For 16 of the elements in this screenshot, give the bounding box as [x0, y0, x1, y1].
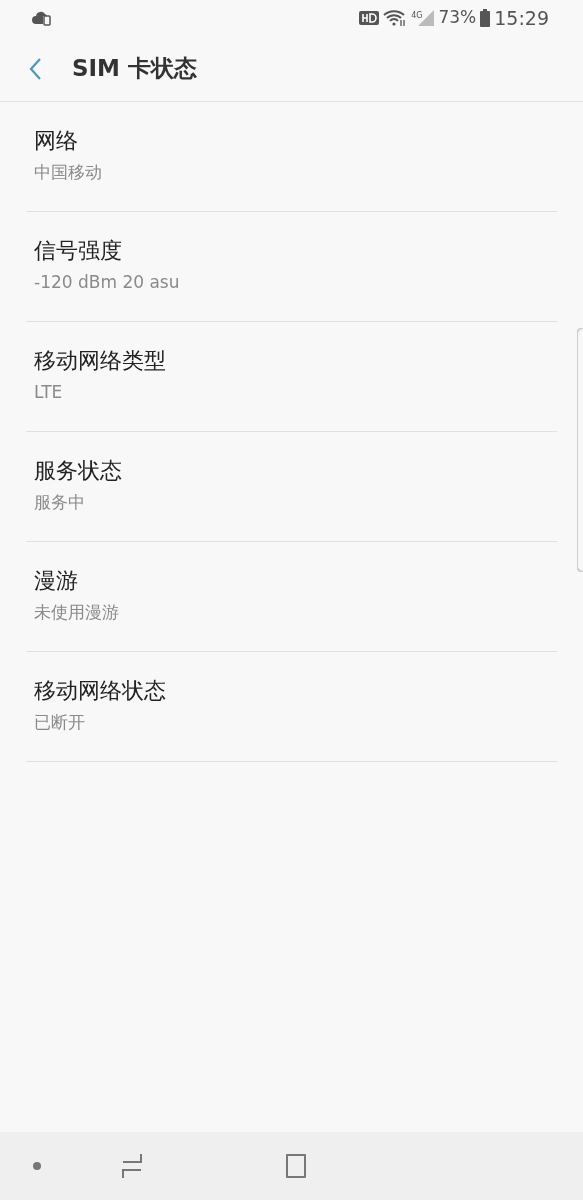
network-type-label: 4G — [411, 9, 423, 22]
setting-title: 漫游 — [34, 567, 79, 594]
setting-title: 网络 — [34, 127, 79, 154]
clock-time: 15:29 — [494, 5, 549, 31]
setting-value: -120 dBm 20 asu — [34, 270, 181, 294]
setting-title: 信号强度 — [34, 237, 123, 264]
setting-value: 服务中 — [34, 490, 86, 514]
page-title: SIM 卡状态 — [72, 54, 198, 84]
setting-value: 未使用漫游 — [34, 600, 120, 624]
setting-value: LTE — [34, 380, 64, 404]
setting-value: 中国移动 — [34, 160, 103, 184]
battery-percent: 73% — [438, 6, 477, 30]
setting-value: 已断开 — [34, 710, 86, 734]
setting-title: 移动网络类型 — [34, 347, 167, 374]
setting-title: 服务状态 — [34, 457, 123, 484]
setting-title: 移动网络状态 — [34, 677, 167, 704]
